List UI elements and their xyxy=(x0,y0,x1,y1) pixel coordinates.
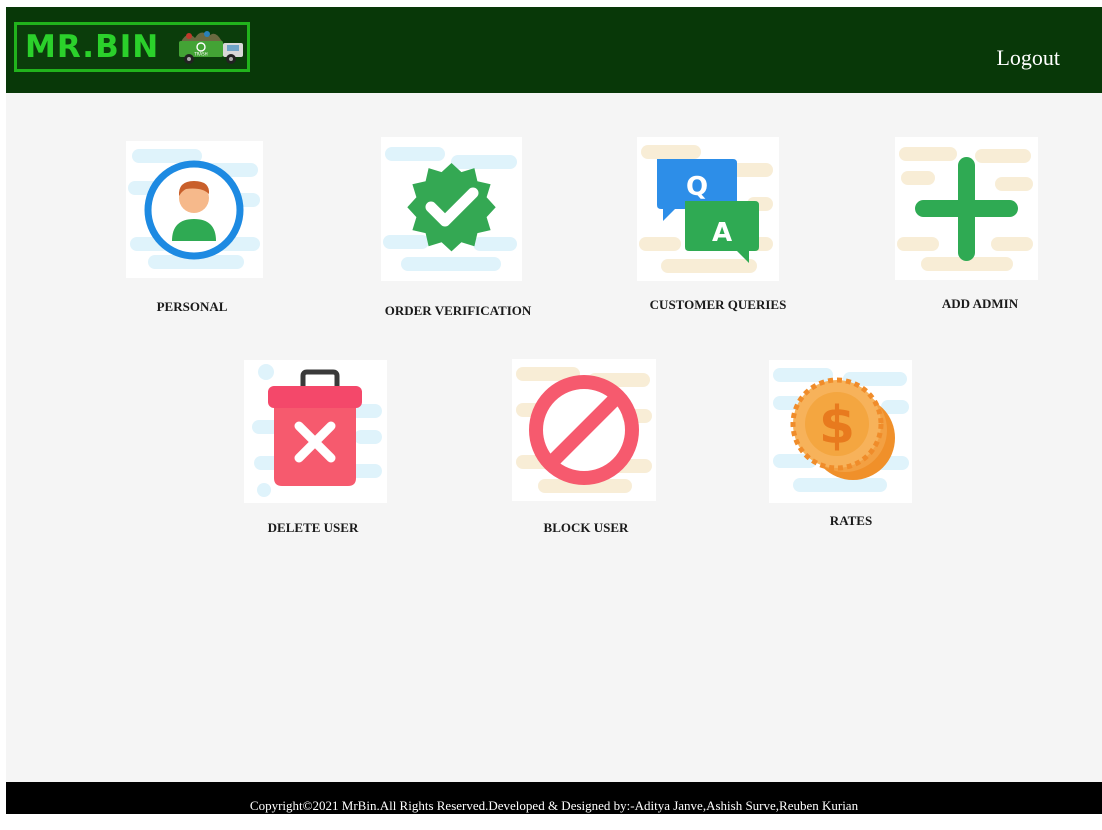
plus-icon xyxy=(895,137,1038,280)
truck-badge-text: TRASH xyxy=(193,52,207,57)
tile-personal[interactable]: PERSONAL xyxy=(126,141,263,317)
coins-icon: $ xyxy=(769,360,912,503)
user-avatar-icon xyxy=(126,141,263,278)
tile-block-user[interactable]: BLOCK USER xyxy=(512,359,656,537)
logout-link[interactable]: Logout xyxy=(996,45,1060,71)
block-icon xyxy=(512,359,656,501)
tile-label: PERSONAL xyxy=(156,299,228,314)
tile-label: CUSTOMER QUERIES xyxy=(649,297,787,312)
tile-label: ORDER VERIFICATION xyxy=(384,303,532,318)
mrbin-logo[interactable]: MR.BIN TRASH xyxy=(14,22,250,72)
qa-chat-icon: Q A xyxy=(637,137,779,281)
copyright-text: Copyright©2021 MrBin.All Rights Reserved… xyxy=(249,798,859,813)
admin-dashboard: PERSONAL ORDER VERIFICATION Q A CUSTOMER… xyxy=(6,93,1102,782)
tile-rates[interactable]: $ RATES xyxy=(769,360,912,536)
a-letter: A xyxy=(712,218,732,248)
q-letter: Q xyxy=(686,172,708,202)
top-navbar: MR.BIN TRASH Logout xyxy=(6,7,1102,93)
tile-label: DELETE USER xyxy=(267,520,359,535)
logo-text: MR.BIN xyxy=(25,29,160,65)
tile-add-admin[interactable]: ADD ADMIN xyxy=(895,137,1038,313)
tile-label: RATES xyxy=(829,513,873,528)
tile-customer-queries[interactable]: Q A CUSTOMER QUERIES xyxy=(637,137,786,313)
tile-label: ADD ADMIN xyxy=(941,296,1019,311)
dollar-symbol: $ xyxy=(819,396,855,456)
garbage-truck-icon: TRASH xyxy=(179,31,243,64)
trash-delete-icon xyxy=(244,360,387,503)
verified-badge-icon xyxy=(381,137,522,281)
tile-label: BLOCK USER xyxy=(543,520,629,535)
tile-delete-user[interactable]: DELETE USER xyxy=(244,360,387,538)
tile-order-verification[interactable]: ORDER VERIFICATION xyxy=(381,137,531,318)
footer: Copyright©2021 MrBin.All Rights Reserved… xyxy=(6,782,1102,814)
